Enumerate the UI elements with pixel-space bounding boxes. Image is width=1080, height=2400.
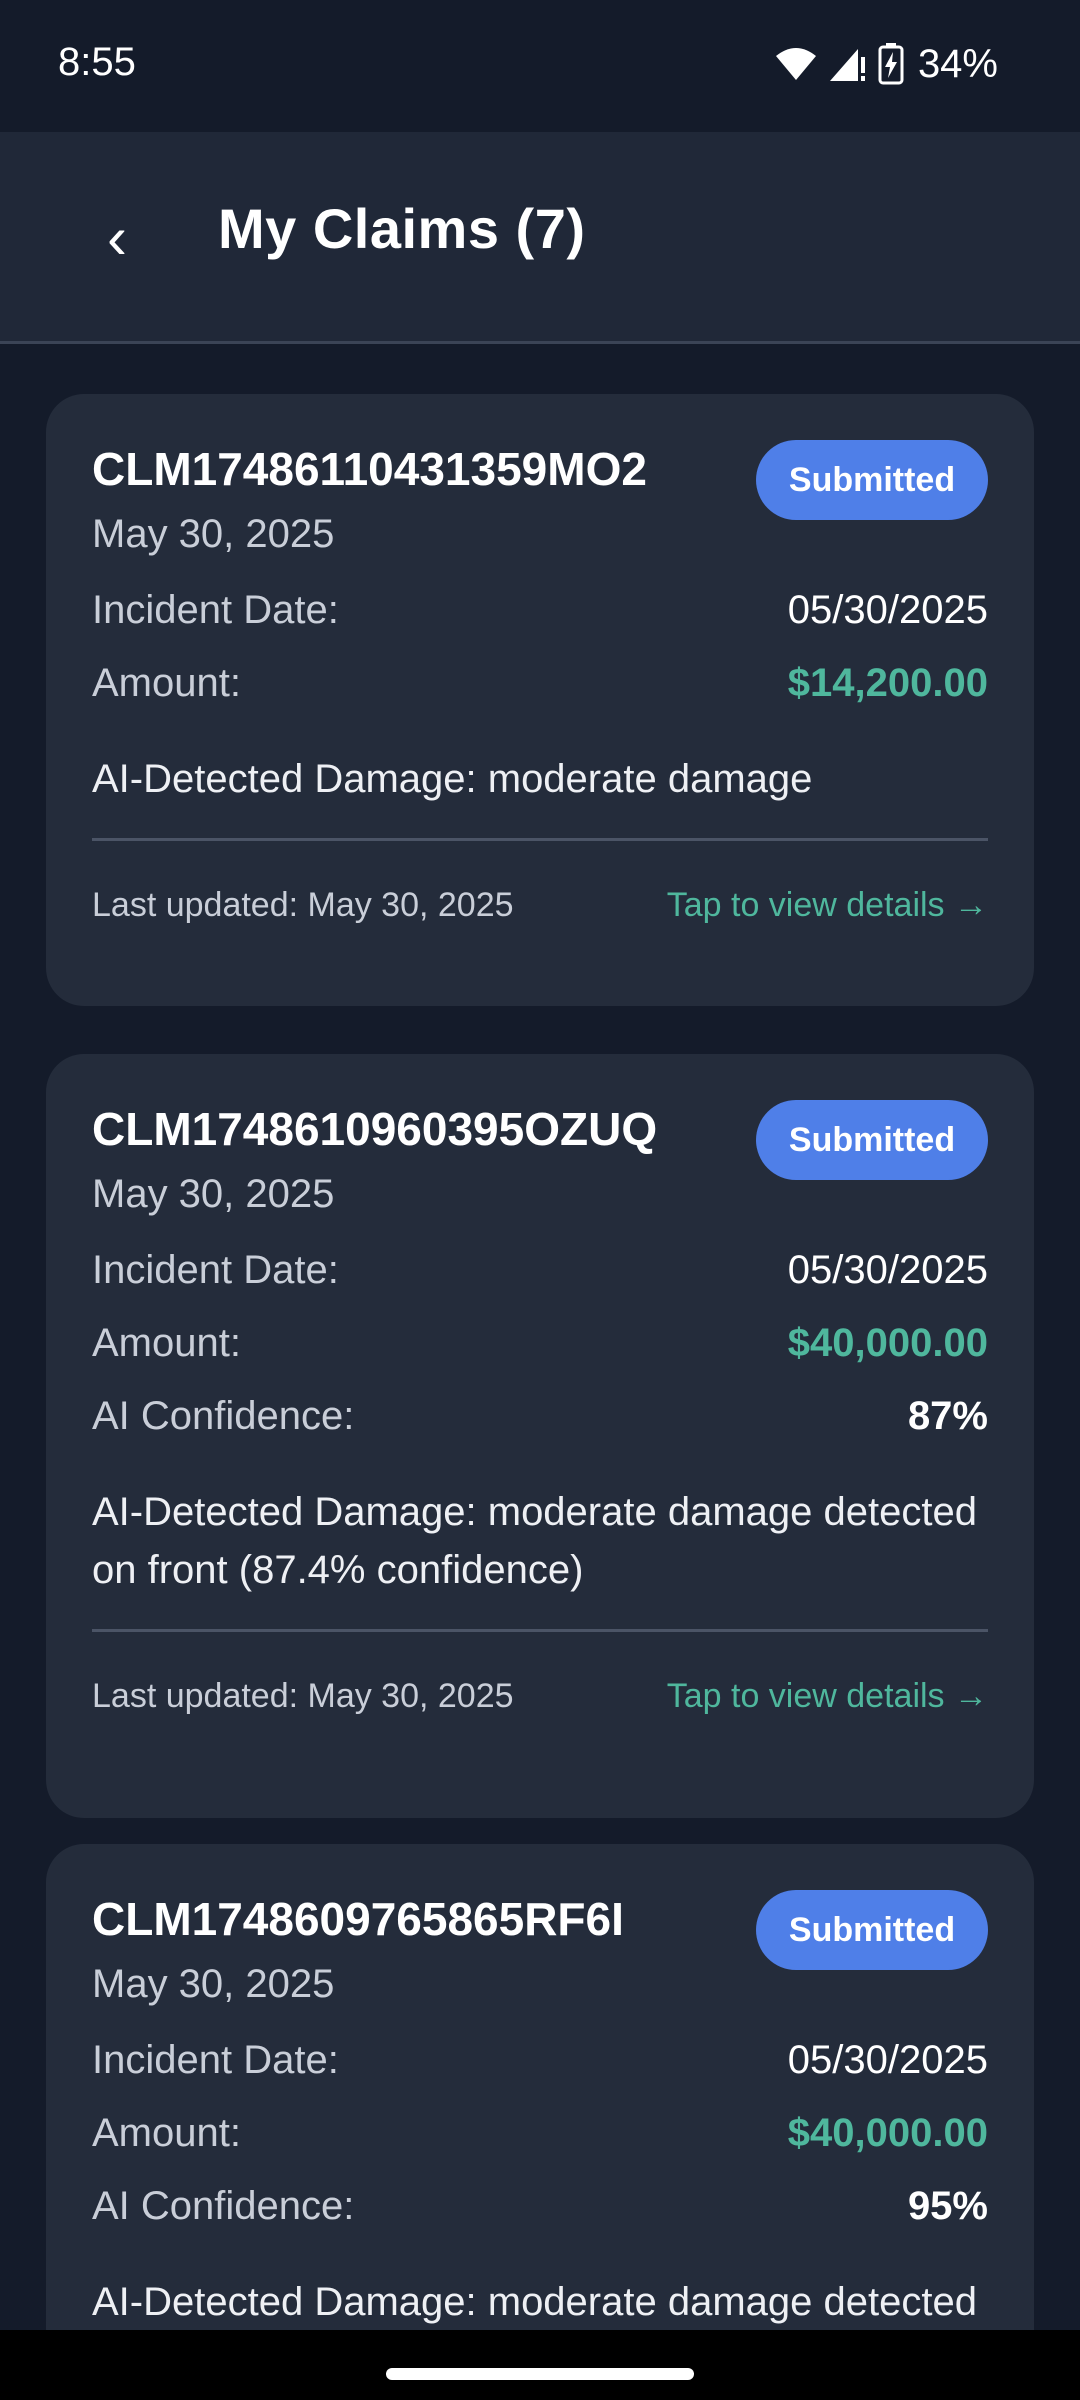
incident-date-value: 05/30/2025 bbox=[787, 2038, 988, 2082]
incident-date-value: 05/30/2025 bbox=[787, 588, 988, 632]
claim-card[interactable]: CLM17486110431359MO2 May 30, 2025 Submit… bbox=[46, 394, 1034, 1006]
incident-date-label: Incident Date: bbox=[92, 2038, 339, 2082]
status-icons: 34% bbox=[774, 38, 998, 90]
claim-card-header: CLM1748609765865RF6I May 30, 2025 Submit… bbox=[92, 1890, 988, 2024]
signal-icon bbox=[828, 45, 868, 83]
claim-date: May 30, 2025 bbox=[92, 1172, 335, 1216]
incident-date-row: Incident Date: 05/30/2025 bbox=[92, 2024, 988, 2097]
view-details-link[interactable]: Tap to view details → bbox=[667, 886, 988, 925]
back-button[interactable]: ‹ bbox=[92, 202, 142, 272]
amount-row: Amount: $40,000.00 bbox=[92, 2097, 988, 2170]
page-title: My Claims (7) bbox=[218, 197, 586, 260]
confidence-label: AI Confidence: bbox=[92, 2184, 355, 2228]
claim-id: CLM17486110431359MO2 bbox=[92, 443, 647, 495]
home-indicator[interactable] bbox=[386, 2368, 694, 2380]
status-badge: Submitted bbox=[756, 440, 988, 520]
incident-date-row: Incident Date: 05/30/2025 bbox=[92, 1234, 988, 1307]
confidence-row: AI Confidence: 87% bbox=[92, 1380, 988, 1453]
status-bar: 8:55 34% bbox=[0, 0, 1080, 132]
view-details-link[interactable]: Tap to view details → bbox=[667, 1677, 988, 1716]
amount-row: Amount: $14,200.00 bbox=[92, 647, 988, 720]
amount-value: $14,200.00 bbox=[787, 661, 988, 705]
confidence-row: AI Confidence: 95% bbox=[92, 2170, 988, 2243]
incident-date-label: Incident Date: bbox=[92, 588, 339, 632]
system-nav-bar bbox=[0, 2330, 1080, 2400]
status-time: 8:55 bbox=[58, 40, 136, 84]
claim-card-header: CLM17486110431359MO2 May 30, 2025 Submit… bbox=[92, 440, 988, 574]
amount-label: Amount: bbox=[92, 1321, 241, 1365]
claims-list[interactable]: CLM17486110431359MO2 May 30, 2025 Submit… bbox=[0, 344, 1080, 2330]
confidence-label: AI Confidence: bbox=[92, 1394, 355, 1438]
amount-label: Amount: bbox=[92, 2111, 241, 2155]
status-badge: Submitted bbox=[756, 1100, 988, 1180]
damage-description: AI-Detected Damage: moderate damage dete… bbox=[92, 1490, 977, 1592]
amount-value: $40,000.00 bbox=[787, 1321, 988, 1365]
confidence-value: 95% bbox=[907, 2184, 988, 2228]
claim-date: May 30, 2025 bbox=[92, 512, 335, 556]
incident-date-label: Incident Date: bbox=[92, 1248, 339, 1292]
wifi-icon bbox=[774, 46, 818, 82]
damage-description: AI-Detected Damage: moderate damage dete… bbox=[92, 2280, 977, 2324]
last-updated: Last updated: May 30, 2025 bbox=[92, 885, 514, 924]
amount-value: $40,000.00 bbox=[787, 2111, 988, 2155]
claim-id: CLM1748610960395OZUQ bbox=[92, 1103, 658, 1155]
card-footer: Last updated: May 30, 2025 Tap to view d… bbox=[92, 1632, 988, 1760]
card-footer: Last updated: May 30, 2025 Tap to view d… bbox=[92, 841, 988, 969]
amount-row: Amount: $40,000.00 bbox=[92, 1307, 988, 1380]
claim-card[interactable]: CLM1748610960395OZUQ May 30, 2025 Submit… bbox=[46, 1054, 1034, 1818]
claim-card[interactable]: CLM1748609765865RF6I May 30, 2025 Submit… bbox=[46, 1844, 1034, 2330]
battery-charging-icon bbox=[878, 43, 904, 85]
last-updated: Last updated: May 30, 2025 bbox=[92, 1676, 514, 1715]
amount-label: Amount: bbox=[92, 661, 241, 705]
confidence-value: 87% bbox=[907, 1394, 988, 1438]
incident-date-row: Incident Date: 05/30/2025 bbox=[92, 574, 988, 647]
status-badge: Submitted bbox=[756, 1890, 988, 1970]
battery-percent: 34% bbox=[917, 41, 998, 86]
claim-id: CLM1748609765865RF6I bbox=[92, 1893, 624, 1945]
claim-date: May 30, 2025 bbox=[92, 1962, 335, 2006]
incident-date-value: 05/30/2025 bbox=[787, 1248, 988, 1292]
claim-card-header: CLM1748610960395OZUQ May 30, 2025 Submit… bbox=[92, 1100, 988, 1234]
back-chevron-icon: ‹ bbox=[107, 203, 127, 271]
app-header: ‹ My Claims (7) bbox=[0, 132, 1080, 344]
damage-description: AI-Detected Damage: moderate damage bbox=[92, 757, 813, 801]
